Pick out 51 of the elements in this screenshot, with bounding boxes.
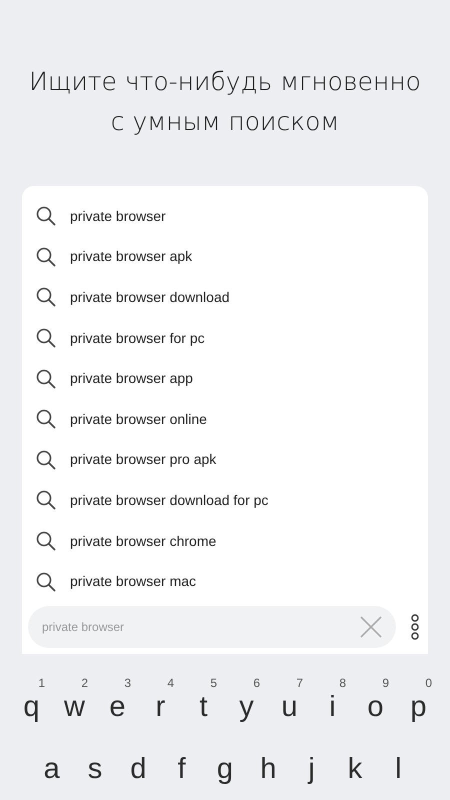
key-hint: 9 [382,676,389,690]
search-icon [36,287,56,308]
keyboard-key[interactable]: q [23,690,40,724]
search-icon [36,531,56,552]
keyboard-key[interactable]: f [178,752,186,786]
suggestion-item[interactable]: private browser mac [22,561,428,602]
search-icon [36,328,56,348]
key-hint: 5 [210,676,217,690]
key-hint: 1 [38,676,45,690]
keyboard-key[interactable]: a [44,752,60,786]
keyboard-key[interactable]: s [88,752,102,786]
keyboard-key[interactable]: d [130,752,146,786]
search-icon [36,490,56,510]
headline: Ищите что-нибудь мгновенно с умным поиском [28,66,422,138]
key-hint: 7 [296,676,303,690]
more-icon[interactable] [410,614,420,640]
key-hint: 6 [253,676,260,690]
keyboard-key[interactable]: j [308,752,315,786]
suggestion-item[interactable]: private browser for pc [22,318,428,358]
suggestion-item[interactable]: private browser app [22,358,428,399]
suggestion-item[interactable]: private browser chrome [22,520,428,562]
suggestion-item[interactable]: private browser download [22,277,428,318]
keyboard-key[interactable]: r [156,690,166,724]
keyboard-key[interactable]: t [199,690,208,724]
key-hint: 4 [167,676,174,690]
suggestion-item[interactable]: private browser online [22,398,428,440]
keyboard-key[interactable]: w [64,690,85,724]
keyboard-key[interactable]: p [410,690,427,724]
search-icon [36,206,56,226]
suggestion-item[interactable]: private browser apk [22,236,428,278]
keyboard-key[interactable]: y [239,690,254,724]
keyboard-key[interactable]: k [348,752,362,786]
key-hint: 8 [339,676,346,690]
suggestion-item[interactable]: private browser download for pc [22,480,428,521]
keyboard-key[interactable]: o [367,690,384,724]
search-icon [36,450,56,470]
keyboard-key[interactable]: u [281,690,298,724]
keyboard-key[interactable]: i [329,690,336,724]
search-icon [36,409,56,430]
keyboard-key[interactable]: l [395,752,402,786]
suggestion-item[interactable]: private browser pro apk [22,440,428,480]
keyboard-key[interactable]: h [260,752,276,786]
key-hint: 0 [425,676,432,690]
search-icon [36,368,56,389]
suggestion-item[interactable]: private browser [22,196,428,237]
keyboard-key[interactable]: e [109,690,126,724]
keyboard-key[interactable]: g [216,752,234,786]
key-hint: 2 [81,676,88,690]
search-icon [36,572,56,592]
key-hint: 3 [124,676,131,690]
search-icon [36,246,56,267]
